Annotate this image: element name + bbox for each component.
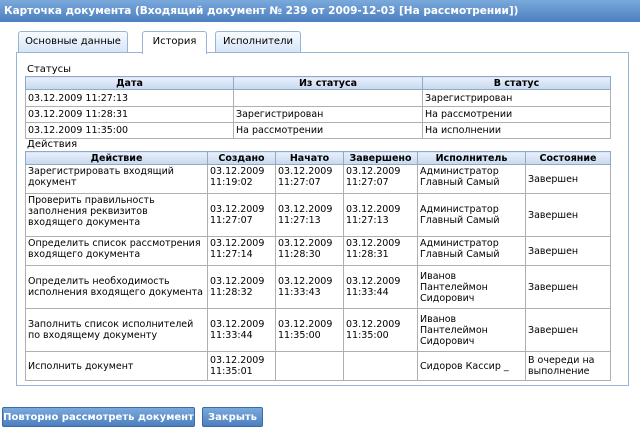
action-started: 03.12.2009 11:28:30 (275, 236, 344, 266)
table-row[interactable]: Зарегистрировать входящий документ 03.12… (25, 164, 611, 194)
table-row[interactable]: 03.12.2009 11:27:13 Зарегистрирован (25, 89, 611, 107)
table-row[interactable]: Определить необходимость исполнения вход… (25, 265, 611, 309)
status-to: Зарегистрирован (422, 89, 611, 107)
action-name: Заполнить список исполнителей по входяще… (25, 308, 208, 352)
action-state: Завершен (525, 236, 611, 266)
table-row[interactable]: 03.12.2009 11:28:31 Зарегистрирован На р… (25, 106, 611, 123)
action-finished: 03.12.2009 11:33:44 (343, 265, 418, 309)
tab-executors[interactable]: Исполнители (215, 31, 301, 52)
action-name: Определить необходимость исполнения вход… (25, 265, 208, 309)
col-header-finished[interactable]: Завершено (343, 151, 418, 165)
actions-header-row: Действие Создано Начато Завершено Исполн… (25, 151, 611, 165)
action-created: 03.12.2009 11:28:32 (207, 265, 276, 309)
status-date: 03.12.2009 11:35:00 (25, 122, 234, 139)
table-row[interactable]: Исполнить документ 03.12.2009 11:35:01 С… (25, 351, 611, 381)
action-executor: Иванов Пантелеймон Сидорович (417, 308, 526, 352)
actions-label: Действия (27, 139, 78, 150)
status-to: На рассмотрении (422, 106, 611, 123)
action-name: Зарегистрировать входящий документ (25, 164, 208, 194)
action-executor: Иванов Пантелеймон Сидорович (417, 265, 526, 309)
status-to: На исполнении (422, 122, 611, 139)
action-finished: 03.12.2009 11:35:00 (343, 308, 418, 352)
actions-table: Действие Создано Начато Завершено Исполн… (25, 151, 611, 381)
status-date: 03.12.2009 11:27:13 (25, 89, 234, 107)
action-executor: Администратор Главный Самый (417, 236, 526, 266)
table-row[interactable]: Проверить правильность заполнения реквиз… (25, 193, 611, 237)
action-finished: 03.12.2009 11:28:31 (343, 236, 418, 266)
action-name: Проверить правильность заполнения реквиз… (25, 193, 208, 237)
table-row[interactable]: 03.12.2009 11:35:00 На рассмотрении На и… (25, 122, 611, 139)
col-header-started[interactable]: Начато (275, 151, 344, 165)
action-finished: 03.12.2009 11:27:13 (343, 193, 418, 237)
action-state: В очереди на выполнение (525, 351, 611, 381)
history-panel: Статусы Дата Из статуса В статус 03.12.2… (16, 52, 629, 386)
table-row[interactable]: Заполнить список исполнителей по входяще… (25, 308, 611, 352)
action-finished: 03.12.2009 11:27:07 (343, 164, 418, 194)
col-header-from-status[interactable]: Из статуса (233, 76, 423, 90)
action-created: 03.12.2009 11:19:02 (207, 164, 276, 194)
col-header-state[interactable]: Состояние (525, 151, 611, 165)
status-from: Зарегистрирован (233, 106, 423, 123)
action-state: Завершен (525, 265, 611, 309)
statuses-header-row: Дата Из статуса В статус (25, 76, 611, 90)
action-executor: Сидоров Кассир _ (417, 351, 526, 381)
action-finished (343, 351, 418, 381)
status-date: 03.12.2009 11:28:31 (25, 106, 234, 123)
table-row[interactable]: Определить список рассмотрения входящего… (25, 236, 611, 266)
col-header-to-status[interactable]: В статус (422, 76, 611, 90)
col-header-created[interactable]: Создано (207, 151, 276, 165)
status-from: На рассмотрении (233, 122, 423, 139)
statuses-label: Статусы (27, 64, 72, 75)
action-state: Завершен (525, 193, 611, 237)
col-header-date[interactable]: Дата (25, 76, 234, 90)
tab-history[interactable]: История (142, 31, 207, 54)
action-started: 03.12.2009 11:35:00 (275, 308, 344, 352)
window-title: Карточка документа (Входящий документ № … (0, 0, 640, 22)
action-name: Исполнить документ (25, 351, 208, 381)
review-again-button[interactable]: Повторно рассмотреть документ (2, 407, 195, 427)
action-created: 03.12.2009 11:35:01 (207, 351, 276, 381)
action-executor: Администратор Главный Самый (417, 164, 526, 194)
action-created: 03.12.2009 11:27:07 (207, 193, 276, 237)
col-header-action[interactable]: Действие (25, 151, 208, 165)
action-created: 03.12.2009 11:27:14 (207, 236, 276, 266)
action-started (275, 351, 344, 381)
action-state: Завершен (525, 164, 611, 194)
action-executor: Администратор Главный Самый (417, 193, 526, 237)
action-started: 03.12.2009 11:27:13 (275, 193, 344, 237)
statuses-table: Дата Из статуса В статус 03.12.2009 11:2… (25, 76, 611, 139)
action-created: 03.12.2009 11:33:44 (207, 308, 276, 352)
tab-main-data[interactable]: Основные данные (18, 31, 128, 52)
action-name: Определить список рассмотрения входящего… (25, 236, 208, 266)
close-button[interactable]: Закрыть (202, 407, 263, 427)
col-header-executor[interactable]: Исполнитель (417, 151, 526, 165)
action-state: Завершен (525, 308, 611, 352)
action-started: 03.12.2009 11:27:07 (275, 164, 344, 194)
action-started: 03.12.2009 11:33:43 (275, 265, 344, 309)
status-from (233, 89, 423, 107)
